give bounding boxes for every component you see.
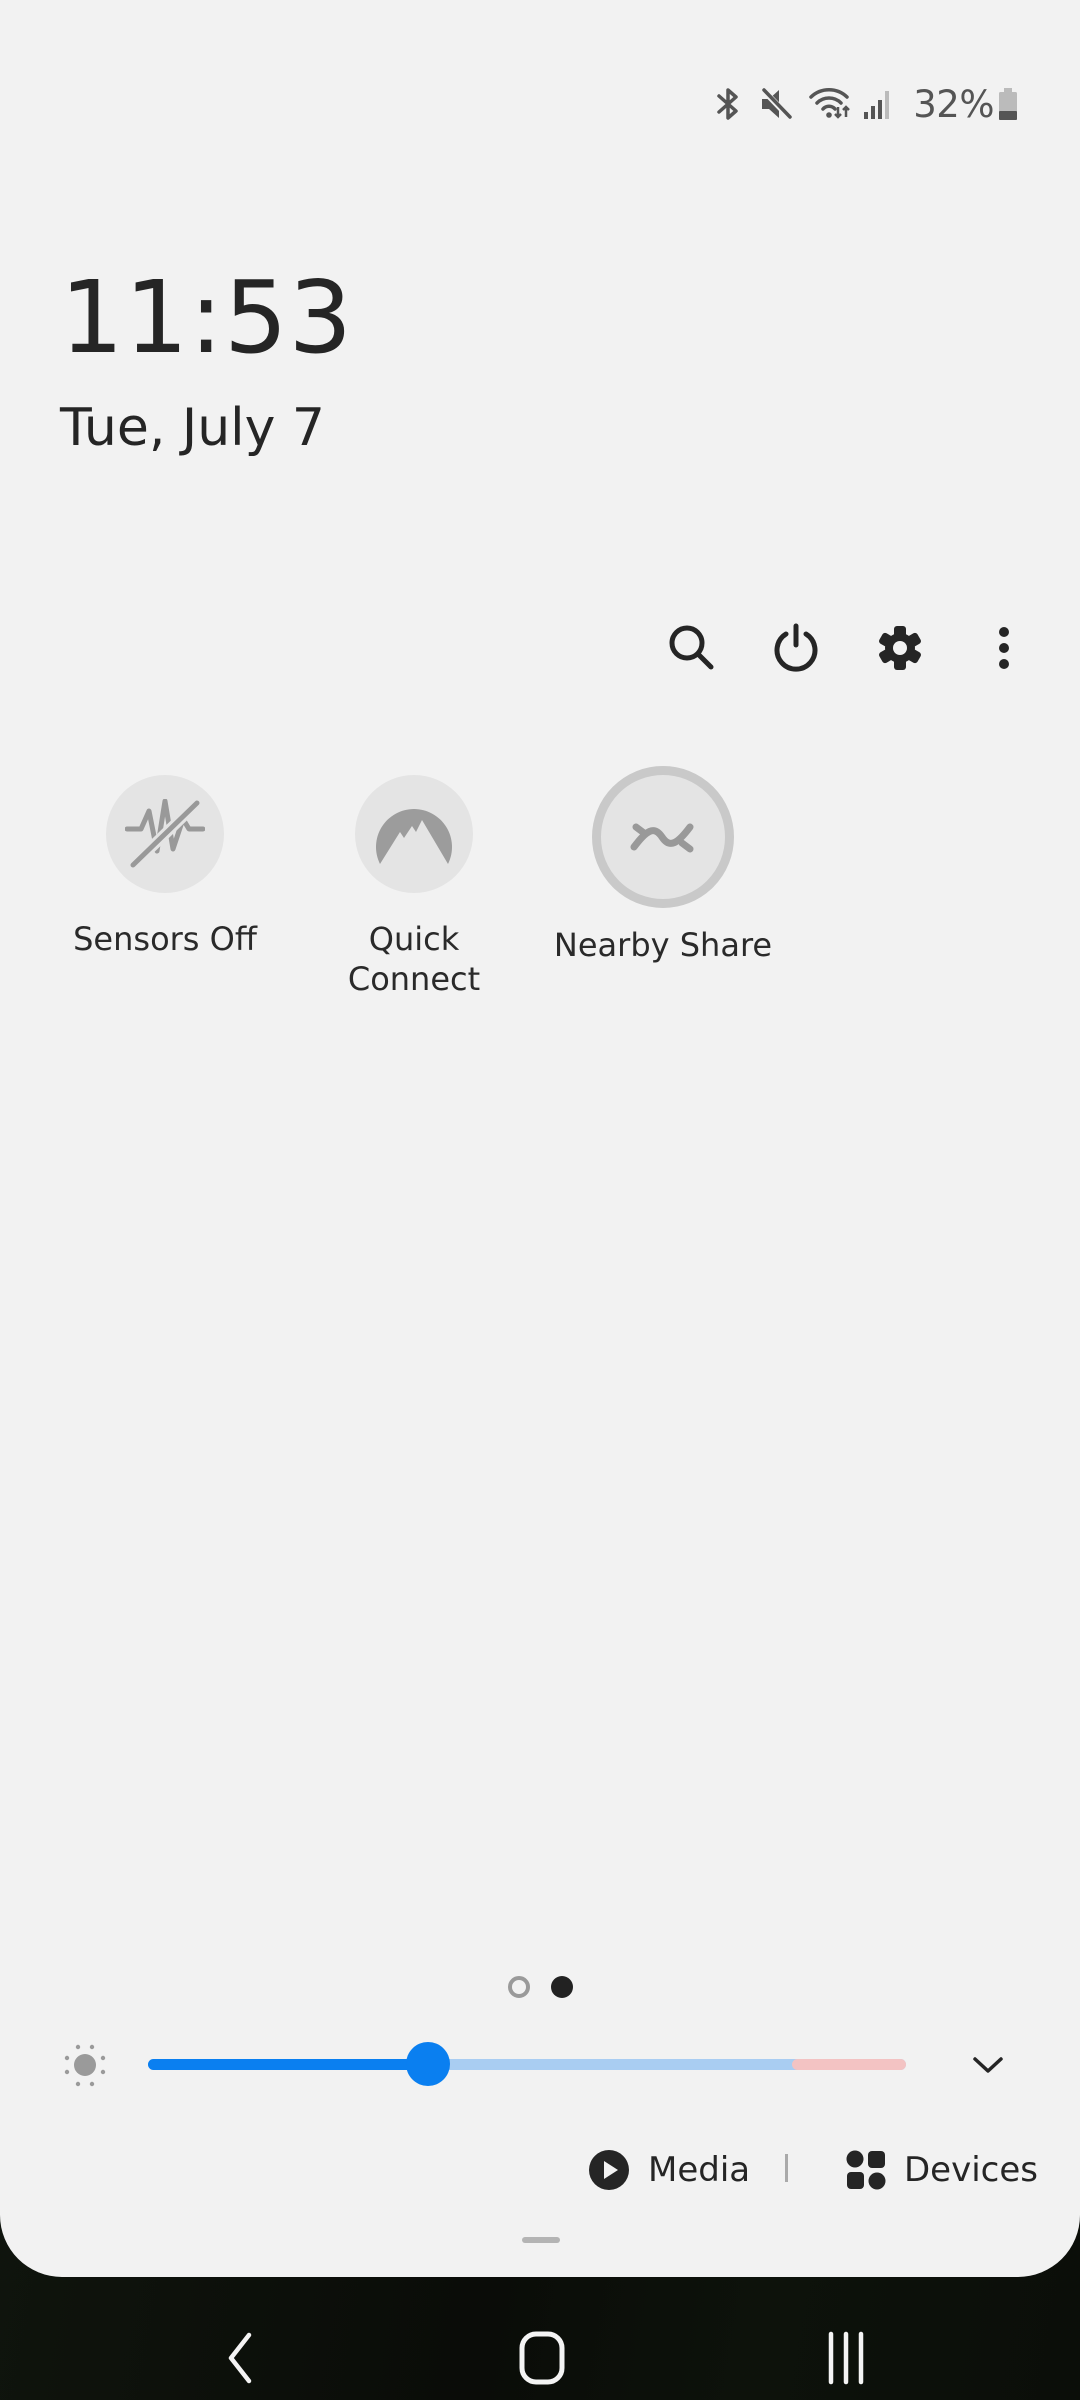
bottom-actions: Media Devices — [0, 2146, 1080, 2194]
drag-handle[interactable] — [522, 2237, 560, 2243]
expand-button[interactable] — [966, 2046, 1010, 2084]
page-dot-1[interactable] — [508, 1976, 530, 1998]
tile-quick-connect[interactable]: Quick Connect — [294, 775, 534, 999]
media-label: Media — [648, 2150, 751, 2190]
nearby-share-icon — [630, 823, 694, 853]
battery-icon — [998, 87, 1018, 121]
quick-settings-panel: 32% 11:53 Tue, July 7 Sensors Off Quick … — [0, 0, 1080, 2277]
quick-connect-icon — [376, 809, 452, 864]
settings-button[interactable] — [868, 612, 932, 684]
recents-button[interactable] — [806, 2316, 886, 2400]
tile-sensors-off-label: Sensors Off — [73, 920, 257, 958]
back-button[interactable] — [200, 2316, 280, 2400]
gear-icon — [879, 626, 921, 670]
battery-percent: 32% — [913, 82, 994, 126]
tile-nearby-share-label: Nearby Share — [553, 926, 773, 964]
tile-sensors-off[interactable]: Sensors Off — [45, 775, 285, 959]
power-button[interactable] — [764, 612, 828, 684]
brightness-extra-track — [792, 2059, 906, 2070]
devices-icon — [846, 2150, 886, 2190]
tile-quick-connect-button[interactable] — [355, 775, 473, 893]
brightness-slider[interactable] — [148, 2040, 906, 2090]
page-dot-2-current[interactable] — [551, 1976, 573, 1998]
brightness-row — [0, 2040, 1080, 2090]
signal-icon — [863, 88, 893, 120]
tile-nearby-share[interactable]: Nearby Share — [543, 766, 783, 965]
devices-label: Devices — [904, 2150, 1038, 2190]
tile-nearby-share-button[interactable] — [592, 766, 734, 908]
separator — [785, 2154, 788, 2182]
brightness-icon — [64, 2044, 106, 2087]
brightness-fill — [148, 2059, 429, 2070]
page-indicator — [0, 1976, 1080, 2000]
power-icon — [774, 623, 818, 672]
devices-button[interactable]: Devices — [846, 2146, 1038, 2194]
more-vert-icon — [999, 627, 1009, 669]
home-icon — [519, 2331, 565, 2385]
media-button[interactable]: Media — [588, 2146, 750, 2194]
clock-date[interactable]: Tue, July 7 — [60, 398, 325, 458]
chevron-down-icon — [973, 2057, 1003, 2073]
sensors-off-icon — [125, 799, 205, 869]
tile-sensors-off-button[interactable] — [106, 775, 224, 893]
search-button[interactable] — [660, 612, 724, 684]
play-circle-icon — [589, 2150, 629, 2190]
back-icon — [228, 2332, 252, 2384]
wifi-icon — [809, 87, 853, 121]
recents-icon — [828, 2331, 864, 2385]
status-bar: 32% — [715, 78, 1018, 130]
search-icon — [669, 625, 714, 670]
home-button[interactable] — [500, 2316, 584, 2400]
clock-time[interactable]: 11:53 — [60, 268, 353, 368]
tile-quick-connect-label: Quick Connect — [347, 920, 481, 998]
more-options-button[interactable] — [972, 612, 1036, 684]
bluetooth-icon — [715, 86, 741, 122]
brightness-thumb[interactable] — [406, 2042, 451, 2086]
mute-icon — [759, 87, 793, 121]
